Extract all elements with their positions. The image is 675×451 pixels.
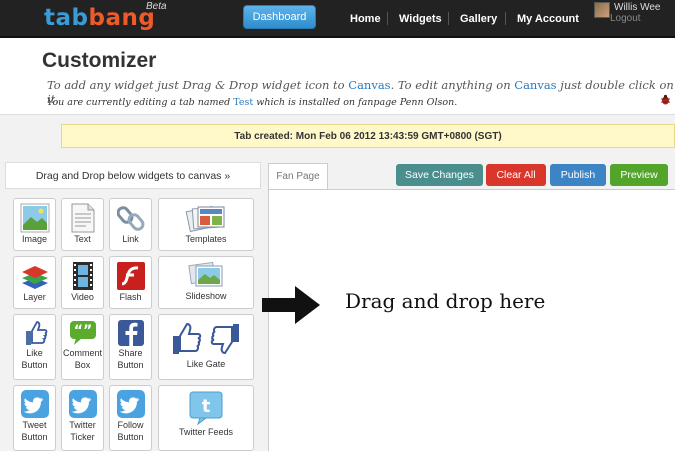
widget-layer[interactable]: Layer [13, 256, 56, 309]
tabbang-logo[interactable]: tabbang [44, 5, 155, 31]
twitter-ticker-icon [68, 390, 97, 418]
canvas-drop-area[interactable] [268, 189, 675, 451]
widget-video[interactable]: Video [61, 256, 104, 309]
top-nav-bar: tabbang Beta Dashboard Home Widgets Gall… [0, 0, 675, 38]
follow-icon [116, 390, 145, 418]
share-icon [117, 320, 144, 346]
comment-icon: “” [69, 321, 96, 345]
nav-divider [387, 12, 388, 25]
widget-label: Like Button [21, 348, 48, 370]
widget-link[interactable]: Link [109, 198, 152, 251]
widget-label: Video [71, 292, 94, 302]
widget-flash[interactable]: Flash [109, 256, 152, 309]
tab-fan-page[interactable]: Fan Page [268, 163, 328, 189]
user-name[interactable]: Willis Wee [614, 2, 660, 13]
page-title: Customizer [42, 49, 157, 72]
text-icon [71, 203, 94, 233]
tab-name-link[interactable]: Test [233, 97, 253, 108]
avatar[interactable] [594, 2, 610, 18]
widget-like-gate[interactable]: Like Gate [158, 314, 254, 380]
instructions-part: . To edit anything on [390, 78, 515, 92]
widget-tweet-button[interactable]: Tweet Button [13, 385, 56, 451]
widget-label: Twitter Ticker [69, 420, 96, 442]
widget-label: Text [74, 234, 91, 244]
twitter-feeds-icon: t [189, 391, 223, 426]
widget-twitter-ticker[interactable]: Twitter Ticker [61, 385, 104, 451]
arrow-right-icon [262, 286, 320, 324]
slideshow-icon [188, 261, 223, 287]
widget-label: Flash [119, 292, 142, 302]
widget-label: Follow Button [117, 420, 144, 442]
templates-icon [185, 205, 225, 233]
widget-label: Image [21, 234, 47, 244]
link-icon [116, 206, 144, 231]
widget-share-button[interactable]: Share Button [109, 314, 152, 380]
widget-label: Slideshow [185, 291, 227, 301]
nav-divider [448, 12, 449, 25]
svg-text:t: t [202, 396, 211, 417]
beta-label: Beta [146, 1, 167, 12]
widget-label: Like Gate [186, 359, 226, 369]
widget-label: Link [122, 234, 139, 244]
save-changes-button[interactable]: Save Changes [396, 164, 483, 186]
logout-link[interactable]: Logout [610, 13, 641, 24]
widget-templates[interactable]: Templates [158, 198, 254, 251]
canvas-link[interactable]: Canvas [514, 78, 556, 92]
widget-label: Share Button [117, 348, 144, 370]
widget-image[interactable]: Image [13, 198, 56, 251]
svg-text:“”: “” [73, 323, 91, 339]
like-icon [25, 321, 47, 345]
widget-label: Twitter Feeds [178, 427, 234, 437]
widget-twitter-feeds[interactable]: t Twitter Feeds [158, 385, 254, 451]
widget-slideshow[interactable]: Slideshow [158, 256, 254, 309]
image-icon [20, 203, 49, 233]
widget-like-button[interactable]: Like Button [13, 314, 56, 380]
publish-button[interactable]: Publish [550, 164, 606, 186]
nav-my-account[interactable]: My Account [517, 13, 579, 25]
flash-icon [116, 262, 145, 290]
logo-tab-text: tab [44, 5, 89, 31]
tweet-icon [20, 390, 49, 418]
editing-info-text: You are currently editing a tab named Te… [47, 97, 457, 108]
clear-all-button[interactable]: Clear All [486, 164, 546, 186]
widget-label: Tweet Button [21, 420, 48, 442]
nav-divider [505, 12, 506, 25]
editing-info-part: You are currently editing a tab named [47, 97, 234, 108]
bug-icon[interactable] [660, 94, 671, 105]
editing-info-part: which is installed on fanpage Penn Olson… [253, 97, 458, 108]
widget-comment-box[interactable]: “” Comment Box [61, 314, 104, 380]
widget-label: Layer [23, 292, 46, 302]
widgets-panel-header: Drag and Drop below widgets to canvas » [5, 162, 261, 189]
preview-button[interactable]: Preview [610, 164, 668, 186]
nav-home[interactable]: Home [350, 13, 381, 25]
video-icon [72, 262, 93, 290]
widget-label: Templates [185, 234, 227, 244]
layer-icon [21, 266, 48, 289]
instructions-part: To add any widget just Drag & Drop widge… [47, 78, 349, 92]
widget-label: Comment Box [62, 348, 102, 370]
nav-widgets[interactable]: Widgets [399, 13, 442, 25]
tab-created-notice: Tab created: Mon Feb 06 2012 13:43:59 GM… [61, 124, 675, 148]
like-gate-icon [173, 322, 239, 355]
nav-gallery[interactable]: Gallery [460, 13, 497, 25]
widget-text[interactable]: Text [61, 198, 104, 251]
dashboard-button[interactable]: Dashboard [243, 5, 316, 29]
drop-hint-text: Drag and drop here [345, 289, 546, 313]
canvas-link[interactable]: Canvas [348, 78, 390, 92]
widget-follow-button[interactable]: Follow Button [109, 385, 152, 451]
